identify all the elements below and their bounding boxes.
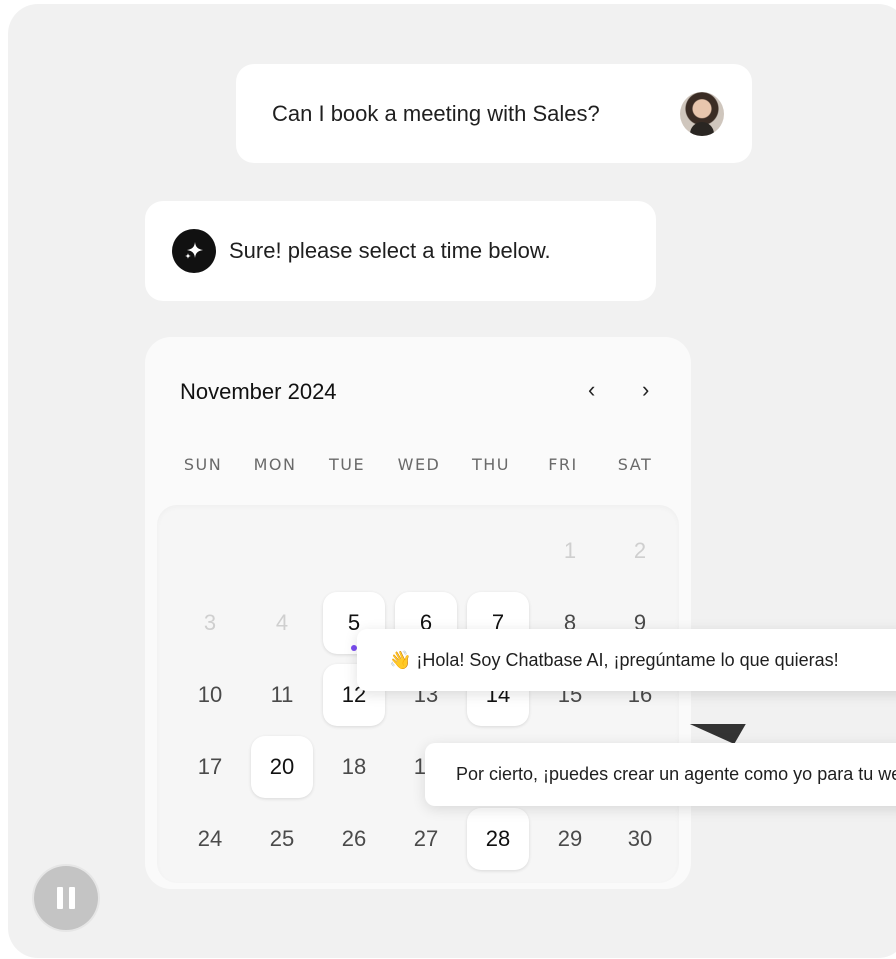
chevron-right-icon[interactable]: › [642, 377, 649, 403]
cursor-pointer-icon [678, 724, 746, 744]
pause-icon [69, 887, 75, 909]
calendar-day: 30 [627, 826, 653, 851]
calendar-day: 24 [197, 826, 223, 851]
calendar-month-label: November 2024 [180, 379, 337, 404]
pause-icon [57, 887, 63, 909]
weekday-label: TUE [328, 455, 366, 474]
calendar-day: 2 [633, 538, 647, 563]
bot-message-text: Sure! please select a time below. [229, 238, 551, 263]
followup-popup[interactable]: Por cierto, ¡puedes crear un agente como… [425, 743, 896, 806]
sparkle-icon [172, 229, 216, 273]
calendar-day: 10 [197, 682, 223, 707]
weekday-label: THU [471, 455, 510, 474]
followup-popup-text: Por cierto, ¡puedes crear un agente como… [456, 764, 896, 784]
calendar-day-available[interactable]: 28 [467, 808, 529, 870]
calendar-day: 3 [203, 610, 217, 635]
chevron-left-icon[interactable]: ‹ [588, 377, 595, 403]
user-message-bubble: Can I book a meeting with Sales? [236, 64, 752, 163]
calendar-day: 25 [269, 826, 295, 851]
calendar-day: 18 [341, 754, 367, 779]
calendar-day: 17 [197, 754, 223, 779]
calendar-day: 29 [557, 826, 583, 851]
user-message-text: Can I book a meeting with Sales? [272, 100, 600, 126]
user-avatar [680, 92, 724, 136]
calendar-day: 1 [563, 538, 577, 563]
weekday-label: SAT [617, 455, 653, 474]
greeting-popup[interactable]: 👋 ¡Hola! Soy Chatbase AI, ¡pregúntame lo… [357, 629, 896, 691]
calendar-day: 27 [413, 826, 439, 851]
weekday-header: SUN MON TUE WED THU FRI SAT [167, 455, 671, 479]
pause-button[interactable] [34, 866, 98, 930]
bot-message-bubble: Sure! please select a time below. [145, 201, 656, 301]
weekday-label: SUN [183, 455, 223, 474]
weekday-label: FRI [548, 455, 578, 474]
calendar-day: 4 [275, 610, 289, 635]
calendar-day-available[interactable]: 20 [251, 736, 313, 798]
calendar-widget: November 2024 ‹ › SUN MON TUE WED THU FR… [145, 337, 691, 889]
weekday-label: MON [253, 455, 297, 474]
greeting-popup-text: 👋 ¡Hola! Soy Chatbase AI, ¡pregúntame lo… [389, 649, 839, 670]
calendar-day: 11 [270, 682, 294, 707]
calendar-day: 26 [341, 826, 367, 851]
weekday-label: WED [397, 455, 441, 474]
